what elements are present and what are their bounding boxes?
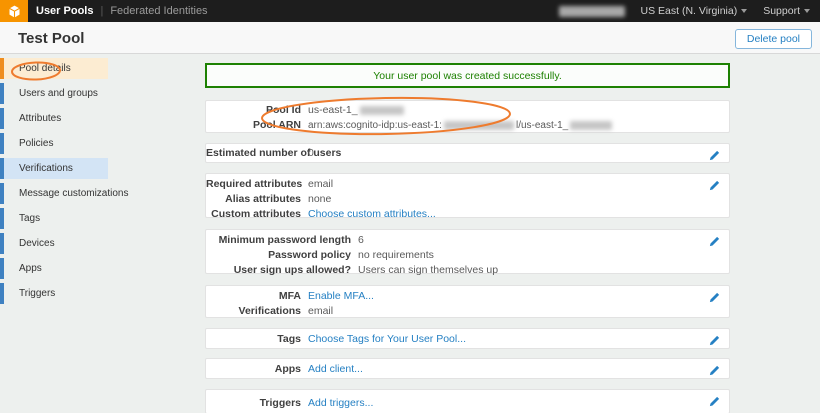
- attributes-card: Required attributes email Alias attribut…: [205, 173, 730, 218]
- edit-pencil-icon[interactable]: [708, 395, 721, 408]
- choose-custom-attributes-link[interactable]: Choose custom attributes...: [308, 207, 436, 222]
- cognito-logo[interactable]: [0, 0, 28, 22]
- top-nav: User Pools | Federated Identities US Eas…: [0, 0, 820, 22]
- tags-card: Tags Choose Tags for Your User Pool...: [205, 328, 730, 349]
- pool-identity-card: Pool Id us-east-1_ Pool ARN arn:aws:cogn…: [205, 100, 730, 133]
- page-title: Test Pool: [18, 30, 84, 47]
- sidebar-item-policies[interactable]: Policies: [0, 133, 108, 154]
- nav-user-pools-link[interactable]: User Pools: [36, 5, 93, 17]
- sidebar-item-verifications[interactable]: Verifications: [0, 158, 108, 179]
- region-label: US East (N. Virginia): [641, 5, 738, 17]
- nav-right-group: US East (N. Virginia) Support: [559, 5, 820, 17]
- enable-mfa-link[interactable]: Enable MFA...: [308, 289, 374, 304]
- cube-icon: [7, 4, 22, 19]
- sidebar-item-users-and-groups[interactable]: Users and groups: [0, 83, 108, 104]
- sidebar-item-message-customizations[interactable]: Message customizations: [0, 183, 108, 204]
- estimated-users-value: 0: [308, 146, 314, 161]
- accent-bar: [0, 158, 4, 179]
- min-password-length-label: Minimum password length: [206, 233, 351, 248]
- accent-bar: [0, 183, 4, 204]
- add-triggers-link[interactable]: Add triggers...: [308, 396, 373, 411]
- custom-attributes-label: Custom attributes: [206, 207, 301, 222]
- verifications-label: Verifications: [206, 304, 301, 319]
- nav-separator: |: [100, 5, 103, 17]
- pool-arn-row: Pool ARN arn:aws:cognito-idp:us-east-1: …: [206, 118, 729, 133]
- estimated-users-label: Estimated number of users: [206, 146, 301, 161]
- redacted-pool-id-suffix: [360, 106, 404, 115]
- required-attributes-value: email: [308, 177, 333, 192]
- accent-bar: [0, 233, 4, 254]
- triggers-card: Triggers Add triggers...: [205, 389, 730, 413]
- accent-bar: [0, 133, 4, 154]
- required-attributes-label: Required attributes: [206, 177, 301, 192]
- accent-bar: [0, 283, 4, 304]
- sidebar-item-devices[interactable]: Devices: [0, 233, 108, 254]
- pool-id-label: Pool Id: [206, 103, 301, 118]
- success-banner: Your user pool was created successfully.: [205, 63, 730, 88]
- edit-pencil-icon[interactable]: [708, 334, 721, 347]
- support-menu[interactable]: Support: [763, 5, 810, 17]
- mfa-label: MFA: [206, 289, 301, 304]
- sidebar-item-triggers[interactable]: Triggers: [0, 283, 108, 304]
- edit-pencil-icon[interactable]: [708, 235, 721, 248]
- apps-label: Apps: [206, 362, 301, 377]
- mfa-card: MFA Enable MFA... Verifications email: [205, 285, 730, 318]
- sidebar-item-attributes[interactable]: Attributes: [0, 108, 108, 129]
- sidebar-item-pool-details[interactable]: Pool details: [0, 58, 108, 79]
- pool-id-value: us-east-1_: [308, 103, 404, 118]
- redacted-account-id: [444, 121, 514, 130]
- edit-pencil-icon[interactable]: [708, 149, 721, 162]
- sidebar-item-tags[interactable]: Tags: [0, 208, 108, 229]
- chevron-down-icon: [741, 9, 747, 13]
- choose-tags-link[interactable]: Choose Tags for Your User Pool...: [308, 332, 466, 347]
- user-signups-label: User sign ups allowed?: [206, 263, 351, 278]
- edit-pencil-icon[interactable]: [708, 179, 721, 192]
- support-label: Support: [763, 5, 800, 17]
- password-policy-label: Password policy: [206, 248, 351, 263]
- add-client-link[interactable]: Add client...: [308, 362, 363, 377]
- region-menu[interactable]: US East (N. Virginia): [641, 5, 748, 17]
- edit-pencil-icon[interactable]: [708, 291, 721, 304]
- sidebar-nav: Pool details Users and groups Attributes…: [0, 58, 108, 308]
- estimated-users-card: Estimated number of users 0: [205, 143, 730, 163]
- nav-federated-identities-link[interactable]: Federated Identities: [110, 5, 207, 17]
- verifications-value: email: [308, 304, 333, 319]
- edit-pencil-icon[interactable]: [708, 364, 721, 377]
- sidebar-item-apps[interactable]: Apps: [0, 258, 108, 279]
- main-content: Your user pool was created successfully.…: [205, 63, 730, 413]
- accent-bar: [0, 208, 4, 229]
- user-signups-value: Users can sign themselves up: [358, 263, 498, 278]
- min-password-length-value: 6: [358, 233, 364, 248]
- pool-arn-value: arn:aws:cognito-idp:us-east-1: l/us-east…: [308, 118, 612, 133]
- accent-bar: [0, 258, 4, 279]
- page-header: Test Pool Delete pool: [0, 22, 820, 54]
- redacted-account-name: [559, 6, 625, 17]
- accent-bar: [0, 108, 4, 129]
- accent-bar: [0, 58, 4, 79]
- password-policy-value: no requirements: [358, 248, 434, 263]
- apps-card: Apps Add client...: [205, 358, 730, 379]
- tags-label: Tags: [206, 332, 301, 347]
- password-policy-card: Minimum password length 6 Password polic…: [205, 229, 730, 274]
- redacted-pool-arn-suffix: [570, 121, 612, 130]
- pool-arn-label: Pool ARN: [206, 118, 301, 133]
- pool-id-row: Pool Id us-east-1_: [206, 103, 729, 118]
- chevron-down-icon: [804, 9, 810, 13]
- alias-attributes-label: Alias attributes: [206, 192, 301, 207]
- alias-attributes-value: none: [308, 192, 331, 207]
- delete-pool-button[interactable]: Delete pool: [735, 29, 812, 49]
- triggers-label: Triggers: [206, 396, 301, 411]
- accent-bar: [0, 83, 4, 104]
- success-message: Your user pool was created successfully.: [373, 70, 562, 82]
- cognito-console-page: User Pools | Federated Identities US Eas…: [0, 0, 820, 413]
